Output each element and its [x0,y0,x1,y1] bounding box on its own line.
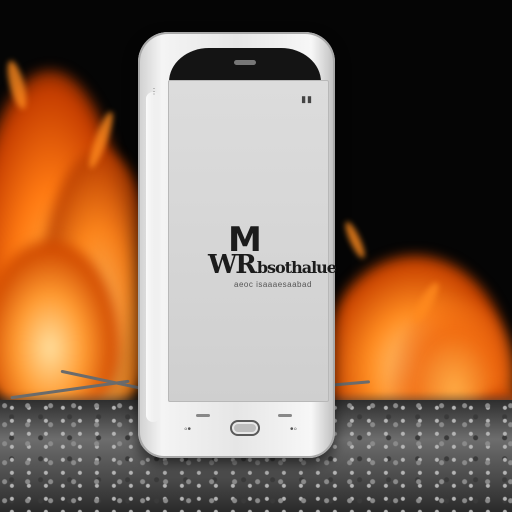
flame-wisp [342,219,368,261]
logo-word: bsothalue [256,258,337,277]
right-soft-key[interactable] [278,414,292,417]
phone-glare [146,92,160,422]
phone-screen[interactable]: ▮▮ M WR bsothalue aeoc isaaaesaabad [168,80,337,402]
fire-scene: ⋮ ▮▮ M WR bsothalue aeoc isaaaesaabad ◦• … [0,0,512,512]
end-button-icon[interactable]: •◦ [290,424,297,435]
signal-icon: ▮▮ [301,94,313,104]
logo-wr: WR [208,250,257,280]
call-button-icon[interactable]: ◦• [184,424,191,435]
mobile-phone: ⋮ ▮▮ M WR bsothalue aeoc isaaaesaabad ◦• … [138,32,337,458]
home-button[interactable] [230,420,260,436]
left-soft-key[interactable] [196,414,210,417]
logo-wordmark: WR bsothalue [208,250,337,280]
speaker-slot [234,60,256,65]
side-dots-icon: ⋮ [150,87,158,96]
logo-subtext: aeoc isaaaesaabad [234,280,312,289]
